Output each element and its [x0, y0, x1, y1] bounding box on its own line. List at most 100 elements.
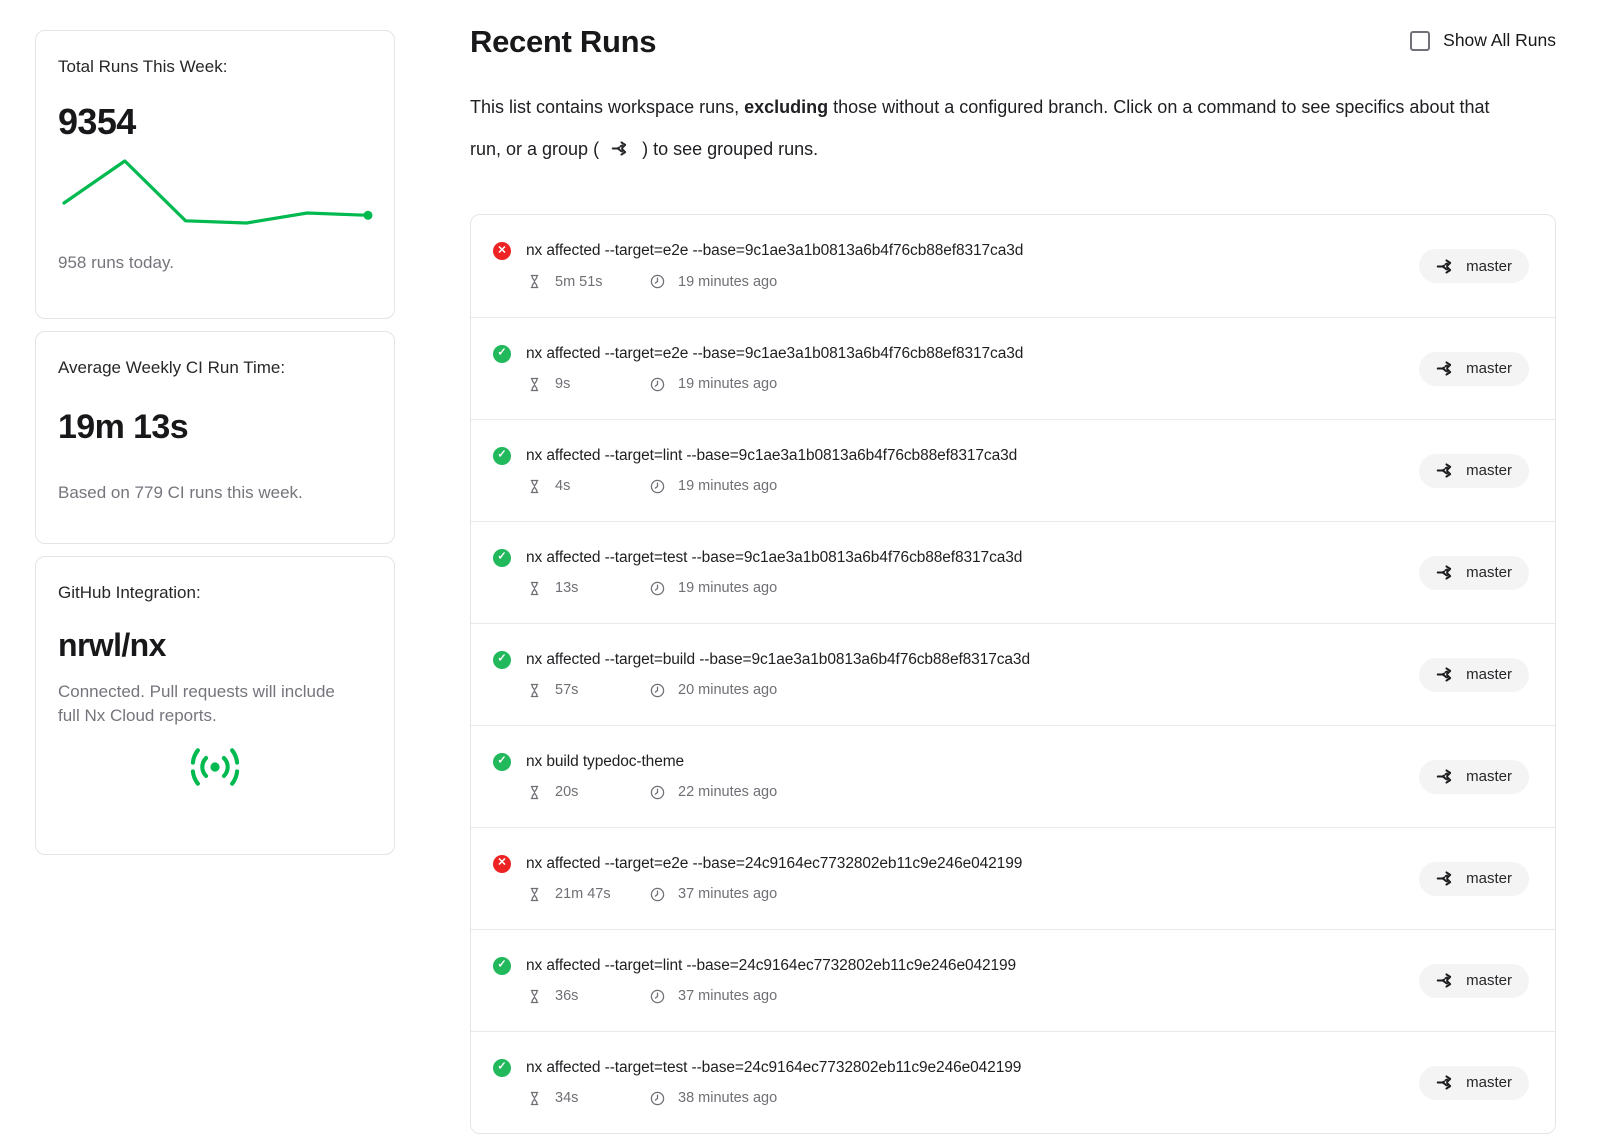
run-row: ✓ nx affected --target=test --base=9c1ae…: [471, 521, 1555, 623]
nx-cloud-dashboard: Total Runs This Week: 9354 958 runs toda…: [0, 0, 1600, 1135]
run-row: ✓ nx affected --target=lint --base=24c91…: [471, 929, 1555, 1031]
broadcast-icon-wrap: [58, 746, 372, 788]
branch-name: master: [1466, 972, 1512, 989]
branch-icon: [1436, 971, 1455, 990]
clock-icon: [649, 376, 666, 393]
hourglass-icon: [526, 784, 543, 801]
hourglass-icon: [526, 886, 543, 903]
branch-badge-button[interactable]: master: [1419, 760, 1529, 794]
avg-ci-time-value: 19m 13s: [58, 408, 372, 447]
total-runs-value: 9354: [58, 101, 372, 143]
run-info: ✕ nx affected --target=e2e --base=24c916…: [493, 855, 1397, 903]
hourglass-icon: [526, 376, 543, 393]
run-meta: 21m 47s 37 minutes ago: [493, 886, 1397, 903]
branch-badge-button[interactable]: master: [1419, 556, 1529, 590]
branch-badge-button[interactable]: master: [1419, 862, 1529, 896]
run-command-link[interactable]: nx affected --target=lint --base=24c9164…: [526, 957, 1016, 975]
clock-icon: [649, 478, 666, 495]
github-integration-label: GitHub Integration:: [58, 583, 372, 603]
status-glyph: ✕: [497, 245, 506, 256]
branch-badge-button[interactable]: master: [1419, 352, 1529, 386]
branch-badge-button[interactable]: master: [1419, 1066, 1529, 1100]
run-row: ✓ nx affected --target=e2e --base=9c1ae3…: [471, 317, 1555, 419]
error-status-icon: ✕: [493, 855, 511, 873]
branch-name: master: [1466, 564, 1512, 581]
page-title: Recent Runs: [470, 24, 656, 60]
run-info: ✓ nx affected --target=lint --base=9c1ae…: [493, 447, 1397, 495]
status-glyph: ✓: [497, 450, 506, 461]
runs-list: ✕ nx affected --target=e2e --base=9c1ae3…: [470, 214, 1556, 1134]
run-info: ✓ nx affected --target=test --base=9c1ae…: [493, 549, 1397, 597]
run-line1: ✕ nx affected --target=e2e --base=24c916…: [493, 855, 1397, 873]
run-time-ago: 19 minutes ago: [678, 580, 777, 596]
hourglass-icon: [526, 478, 543, 495]
run-command-link[interactable]: nx affected --target=test --base=9c1ae3a…: [526, 549, 1022, 567]
run-line1: ✓ nx affected --target=build --base=9c1a…: [493, 651, 1397, 669]
branch-name: master: [1466, 870, 1512, 887]
run-row: ✓ nx affected --target=test --base=24c91…: [471, 1031, 1555, 1133]
total-runs-label: Total Runs This Week:: [58, 57, 372, 77]
run-command-link[interactable]: nx build typedoc-theme: [526, 753, 684, 771]
branch-name: master: [1466, 258, 1512, 275]
run-info: ✓ nx affected --target=test --base=24c91…: [493, 1059, 1397, 1107]
run-command-link[interactable]: nx affected --target=e2e --base=9c1ae3a1…: [526, 345, 1023, 363]
show-all-runs-label: Show All Runs: [1443, 30, 1556, 51]
run-meta: 5m 51s 19 minutes ago: [493, 273, 1397, 290]
clock-icon: [649, 886, 666, 903]
branch-icon: [1436, 869, 1455, 888]
description-part3: ) to see grouped runs.: [642, 139, 818, 159]
run-info: ✕ nx affected --target=e2e --base=9c1ae3…: [493, 242, 1397, 290]
run-time-ago: 22 minutes ago: [678, 784, 777, 800]
status-glyph: ✓: [497, 960, 506, 971]
hourglass-icon: [526, 273, 543, 290]
status-glyph: ✕: [497, 858, 506, 869]
branch-badge-button[interactable]: master: [1419, 249, 1529, 283]
run-line1: ✓ nx affected --target=test --base=9c1ae…: [493, 549, 1397, 567]
success-status-icon: ✓: [493, 957, 511, 975]
success-status-icon: ✓: [493, 549, 511, 567]
branch-name: master: [1466, 666, 1512, 683]
branch-icon: [1436, 665, 1455, 684]
success-status-icon: ✓: [493, 447, 511, 465]
run-line1: ✓ nx affected --target=lint --base=9c1ae…: [493, 447, 1397, 465]
hourglass-icon: [526, 580, 543, 597]
run-command-link[interactable]: nx affected --target=test --base=24c9164…: [526, 1059, 1021, 1077]
github-repo-value: nrwl/nx: [58, 627, 372, 664]
run-command-link[interactable]: nx affected --target=lint --base=9c1ae3a…: [526, 447, 1017, 465]
branch-icon: [1436, 461, 1455, 480]
branch-icon: [1436, 767, 1455, 786]
branch-name: master: [1466, 1074, 1512, 1091]
avg-ci-time-caption: Based on 779 CI runs this week.: [58, 481, 372, 505]
run-command-link[interactable]: nx affected --target=e2e --base=9c1ae3a1…: [526, 242, 1023, 260]
run-line1: ✓ nx affected --target=test --base=24c91…: [493, 1059, 1397, 1077]
branch-icon: [1436, 1073, 1455, 1092]
branch-badge-button[interactable]: master: [1419, 454, 1529, 488]
run-time-ago: 38 minutes ago: [678, 1090, 777, 1106]
clock-icon: [649, 988, 666, 1005]
branch-badge-button[interactable]: master: [1419, 658, 1529, 692]
show-all-runs-checkbox[interactable]: [1410, 31, 1430, 51]
success-status-icon: ✓: [493, 753, 511, 771]
branch-badge-button[interactable]: master: [1419, 964, 1529, 998]
main-header: Recent Runs Show All Runs: [470, 24, 1556, 60]
branch-icon: [1436, 257, 1455, 276]
branch-name: master: [1466, 462, 1512, 479]
run-row: ✕ nx affected --target=e2e --base=24c916…: [471, 827, 1555, 929]
run-meta: 4s 19 minutes ago: [493, 478, 1397, 495]
run-duration: 4s: [555, 478, 649, 494]
github-integration-card: GitHub Integration: nrwl/nx Connected. P…: [35, 556, 395, 855]
github-connected-caption: Connected. Pull requests will include fu…: [58, 680, 350, 728]
status-glyph: ✓: [497, 348, 506, 359]
run-time-ago: 19 minutes ago: [678, 478, 777, 494]
run-command-link[interactable]: nx affected --target=e2e --base=24c9164e…: [526, 855, 1022, 873]
run-duration: 9s: [555, 376, 649, 392]
broadcast-icon: [186, 746, 244, 788]
clock-icon: [649, 682, 666, 699]
run-time-ago: 20 minutes ago: [678, 682, 777, 698]
run-row: ✕ nx affected --target=e2e --base=9c1ae3…: [471, 215, 1555, 317]
run-meta: 9s 19 minutes ago: [493, 376, 1397, 393]
success-status-icon: ✓: [493, 345, 511, 363]
run-command-link[interactable]: nx affected --target=build --base=9c1ae3…: [526, 651, 1030, 669]
hourglass-icon: [526, 1090, 543, 1107]
run-meta: 57s 20 minutes ago: [493, 682, 1397, 699]
